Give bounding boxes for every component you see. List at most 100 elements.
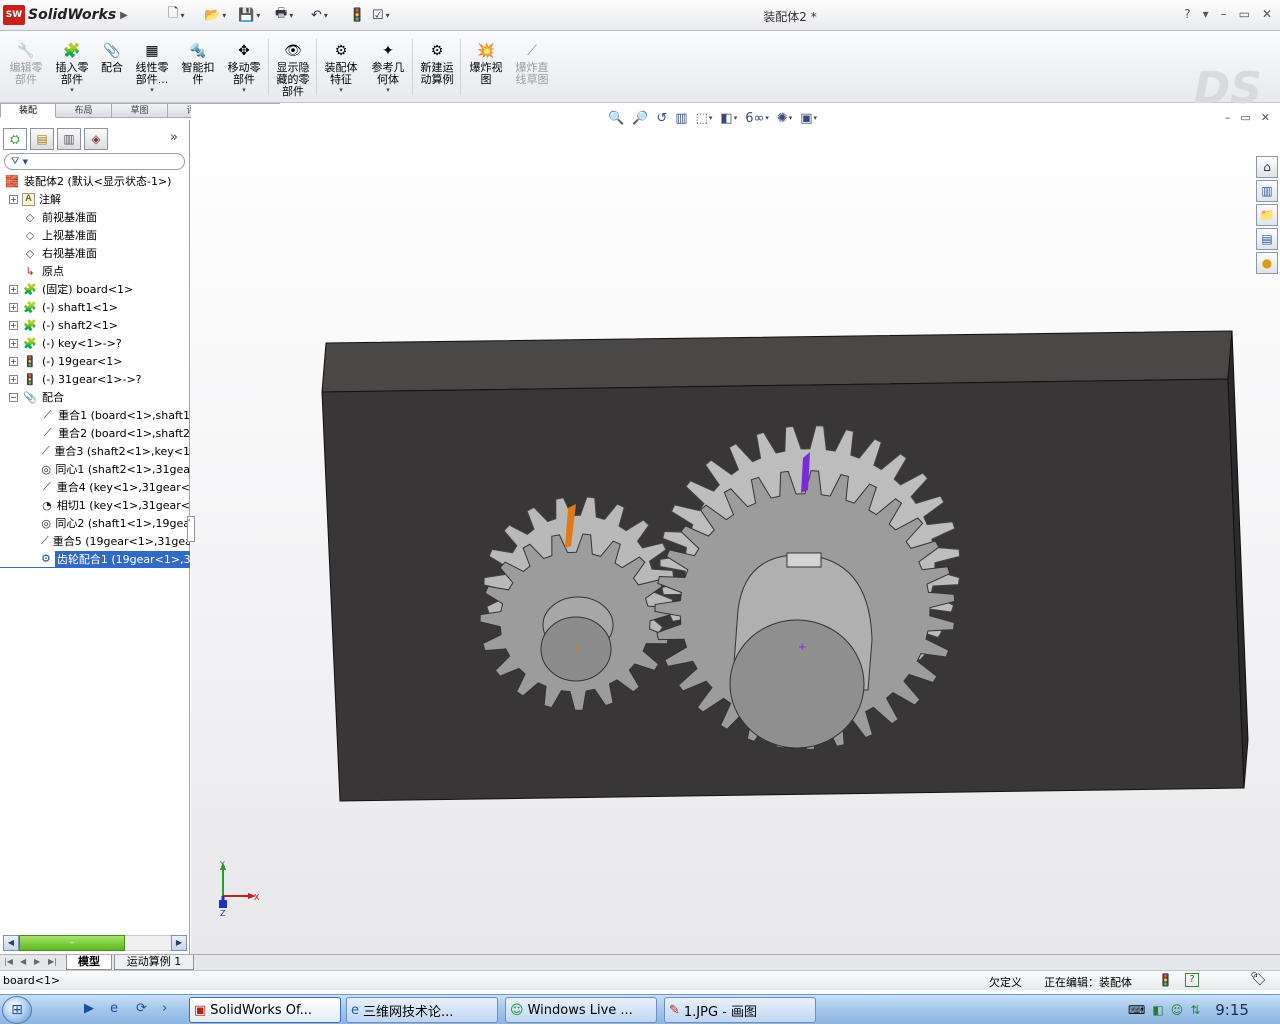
zoom-to-area-button[interactable]: 🔎: [632, 111, 648, 126]
edit-appearance-button[interactable]: ✺ ▾: [777, 111, 792, 126]
more-launch-icon[interactable]: ›: [162, 1001, 167, 1016]
tree-item[interactable]: + 🧩 (-) key<1>->?: [0, 334, 190, 352]
dropdown-arrow-icon[interactable]: ▾: [386, 86, 390, 94]
display-style-button[interactable]: ◧ ▾: [720, 111, 737, 126]
dropdown-arrow-icon[interactable]: ▾: [242, 86, 246, 94]
keyboard-icon[interactable]: ⌨: [1128, 1003, 1145, 1017]
help-tooltip-icon[interactable]: ?: [1185, 973, 1199, 987]
home-tab[interactable]: ⌂: [1256, 156, 1278, 178]
dropdown-arrow-icon[interactable]: ▾: [256, 11, 260, 20]
menu-flyout-arrow-icon[interactable]: ▶: [120, 10, 128, 21]
dropdown-arrow-icon[interactable]: ▾: [150, 86, 154, 94]
ie-launch-icon[interactable]: e: [110, 1001, 118, 1016]
tree-item[interactable]: ◎ 同心1 (shaft2<1>,31gea: [0, 460, 190, 478]
property-manager-tab[interactable]: ▤: [30, 128, 54, 150]
expand-pane-button[interactable]: »: [170, 130, 178, 145]
viewport-minimize-button[interactable]: –: [1225, 111, 1231, 124]
tag-icon[interactable]: 🏷: [1250, 972, 1267, 987]
clock[interactable]: 9:15: [1215, 1001, 1249, 1019]
move-component-button[interactable]: ✥ 移动零 部件 ▾: [221, 41, 267, 94]
tree-item[interactable]: ◎ 同心2 (shaft1<1>,19gea: [0, 514, 190, 532]
tree-item[interactable]: ◇ 前视基准面: [0, 208, 190, 226]
tree-item[interactable]: + 🚦 (-) 31gear<1>->?: [0, 370, 190, 388]
refresh-launch-icon[interactable]: ⟳: [136, 1001, 147, 1016]
new-motion-study-button[interactable]: ⚙ 新建运 动算例: [414, 41, 460, 86]
new-document-button[interactable]: 🗋 ▾: [168, 6, 184, 24]
dropdown-arrow-icon[interactable]: ▾: [222, 11, 226, 20]
tree-item[interactable]: ⟋ 重合4 (key<1>,31gear<: [0, 478, 190, 496]
rebuild-status-icon[interactable]: 🚦: [1158, 973, 1173, 987]
tree-item[interactable]: + 🧩 (-) shaft2<1>: [0, 316, 190, 334]
taskbar-button[interactable]: ☺ Windows Live ...: [505, 997, 657, 1023]
large-shaft-face[interactable]: [729, 619, 865, 749]
tree-item[interactable]: − 📎 配合: [0, 388, 190, 406]
taskbar-button[interactable]: ▣ SolidWorks Of...: [189, 997, 341, 1023]
tab-model[interactable]: 模型: [66, 955, 112, 970]
graphics-area[interactable]: + +: [191, 104, 1280, 954]
scroll-thumb[interactable]: –: [19, 935, 125, 951]
tree-item[interactable]: 🧱 装配体2 (默认<显示状态-1>): [0, 172, 190, 190]
exploded-view-button[interactable]: 💥 爆炸视 图: [463, 41, 509, 86]
minimize-button[interactable]: –: [1221, 7, 1227, 21]
messenger-tray-icon[interactable]: ☺: [1171, 1003, 1184, 1017]
tree-item[interactable]: ◔ 相切1 (key<1>,31gear<: [0, 496, 190, 514]
tree-item[interactable]: + A 注解: [0, 190, 190, 208]
undo-button[interactable]: ↶ ▾: [311, 6, 328, 24]
help-dropdown-icon[interactable]: ▾: [1203, 7, 1209, 21]
feature-manager-tab[interactable]: ⛭: [3, 128, 27, 150]
view-palette-tab[interactable]: ▤: [1256, 228, 1278, 250]
expand-icon[interactable]: +: [9, 338, 18, 348]
taskbar-button[interactable]: ✎ 1.JPG - 画图: [664, 997, 816, 1023]
dropdown-arrow-icon[interactable]: ▾: [765, 114, 769, 122]
hide-show-items-button[interactable]: 6∞ ▾: [745, 111, 769, 126]
cm-tab-0[interactable]: 装配: [0, 103, 56, 118]
dropdown-arrow-icon[interactable]: ▾: [289, 11, 293, 20]
tree-item[interactable]: + 🧩 (-) shaft1<1>: [0, 298, 190, 316]
collapse-icon[interactable]: −: [9, 392, 18, 402]
dropdown-arrow-icon[interactable]: ▾: [709, 114, 713, 122]
help-button[interactable]: ?: [1184, 7, 1190, 21]
tree-item[interactable]: ◇ 右视基准面: [0, 244, 190, 262]
zoom-to-fit-button[interactable]: 🔍: [608, 111, 624, 126]
appearances-tab[interactable]: ●: [1256, 252, 1278, 274]
open-folder-button[interactable]: 📂 ▾: [204, 6, 226, 24]
expand-icon[interactable]: +: [9, 194, 18, 204]
save-button[interactable]: 💾 ▾: [238, 6, 260, 24]
viewport-close-button[interactable]: ✕: [1261, 111, 1270, 124]
expand-icon[interactable]: +: [9, 320, 18, 330]
dropdown-arrow-icon[interactable]: ▾: [339, 86, 343, 94]
design-library-tab[interactable]: ▥: [1256, 180, 1278, 202]
feature-tree-filter[interactable]: ⛛ ▼: [4, 153, 185, 170]
show-desktop-icon[interactable]: ▶: [84, 1001, 94, 1016]
linear-pattern-button[interactable]: ▦ 线性零 部件... ▾: [129, 41, 175, 94]
dropdown-arrow-icon[interactable]: ▾: [386, 11, 390, 20]
tree-item[interactable]: ⟋ 重合5 (19gear<1>,31gea: [0, 532, 190, 550]
tree-item[interactable]: ⟋ 重合3 (shaft2<1>,key<1: [0, 442, 190, 460]
previous-view-button[interactable]: ↺: [656, 111, 667, 126]
restore-button[interactable]: ▭: [1239, 7, 1250, 21]
dropdown-arrow-icon[interactable]: ▾: [734, 114, 738, 122]
file-explorer-tab[interactable]: 📁: [1256, 204, 1278, 226]
reference-geometry-button[interactable]: ✦ 参考几 何体 ▾: [365, 41, 411, 94]
cm-tab-2[interactable]: 草图: [112, 103, 168, 118]
assembly-features-button[interactable]: ⚙ 装配体 特征 ▾: [318, 41, 364, 94]
dropdown-arrow-icon[interactable]: ▾: [324, 11, 328, 20]
expand-icon[interactable]: +: [9, 374, 18, 384]
tab-motion-study-1[interactable]: 运动算例 1: [114, 955, 194, 970]
assembly-model[interactable]: + +: [191, 104, 1280, 954]
section-view-button[interactable]: ▥: [675, 111, 687, 126]
tab-last-icon[interactable]: ▶|: [48, 957, 57, 966]
edit-component-button[interactable]: 🔧 编辑零 部件: [3, 41, 49, 86]
tab-next-icon[interactable]: ▶: [34, 957, 40, 966]
rebuild-button[interactable]: 🚦: [349, 6, 365, 24]
print-button[interactable]: 🖶 ▾: [275, 6, 293, 24]
expand-icon[interactable]: +: [9, 302, 18, 312]
tree-item[interactable]: ◇ 上视基准面: [0, 226, 190, 244]
close-button[interactable]: ✕: [1262, 7, 1272, 21]
show-hidden-button[interactable]: 👁 显示隐 藏的零 部件: [270, 41, 316, 98]
language-icon[interactable]: ◧: [1152, 1003, 1163, 1017]
tab-prev-icon[interactable]: ◀: [20, 957, 26, 966]
cm-tab-1[interactable]: 布局: [56, 103, 112, 118]
scroll-right-button[interactable]: ▶: [171, 935, 187, 951]
options-button[interactable]: ☑ ▾: [372, 6, 390, 24]
